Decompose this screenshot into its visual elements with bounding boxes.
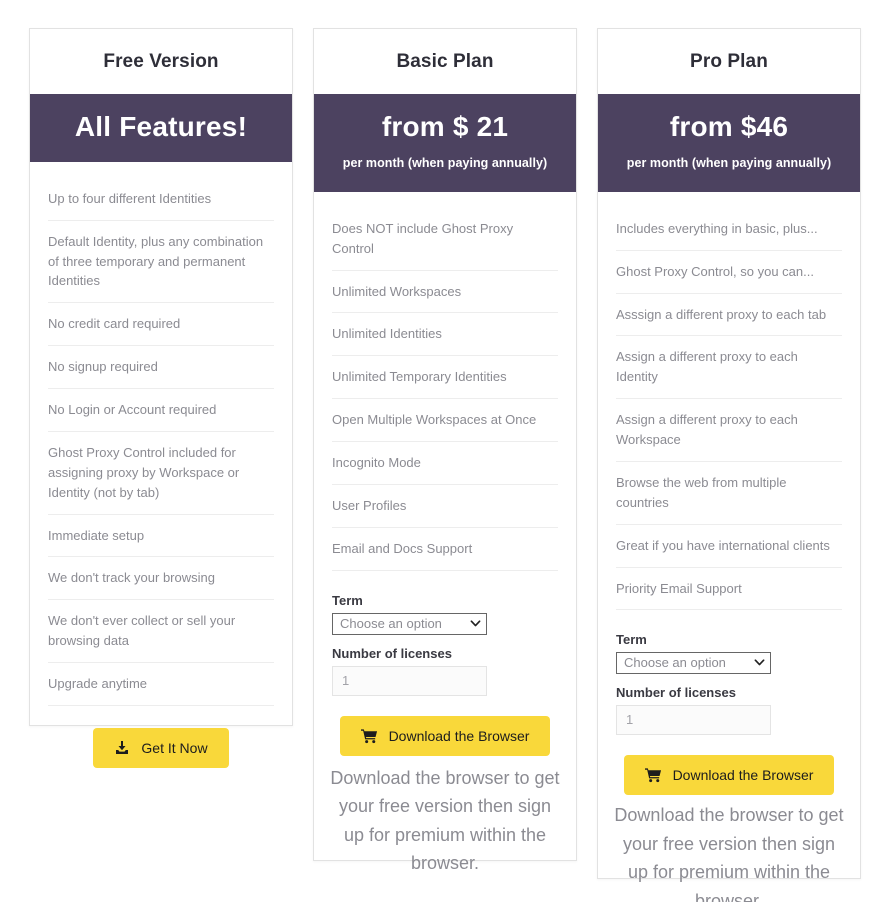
licenses-label-basic: Number of licenses: [332, 645, 452, 661]
licenses-input-basic[interactable]: 1: [332, 665, 487, 696]
price-headline-basic: from $ 21: [381, 111, 509, 142]
licenses-label-pro: Number of licenses: [616, 685, 736, 701]
feature-item: Upgrade anytime: [48, 663, 274, 706]
term-select-value-pro: Choose an option: [616, 652, 771, 675]
pricing-table: Free Version All Features! Up to four di…: [0, 0, 888, 902]
feature-item: Up to four different Identities: [48, 178, 274, 221]
feature-item: Priority Email Support: [616, 568, 842, 611]
feature-item: Asssign a different proxy to each tab: [616, 294, 842, 337]
plan-card-free: Free Version All Features! Up to four di…: [29, 28, 293, 768]
feature-item: Immediate setup: [48, 515, 274, 558]
term-select-pro[interactable]: Choose an option: [616, 652, 771, 675]
download-browser-label-basic: Download the Browser: [388, 727, 530, 744]
download-browser-button-pro[interactable]: Download the Browser: [623, 755, 835, 796]
feature-item: Includes everything in basic, plus...: [616, 208, 842, 251]
feature-item: Ghost Proxy Control included for assigni…: [48, 432, 274, 515]
price-band-pro: from $46 per month (when paying annually…: [598, 94, 860, 192]
feature-item: Unlimited Identities: [332, 313, 558, 357]
download-browser-label-pro: Download the Browser: [672, 767, 814, 784]
price-subtext-basic: per month (when paying annually): [342, 155, 548, 170]
price-headline-free: All Features!: [74, 111, 248, 142]
feature-item: User Profiles: [332, 485, 558, 528]
feature-item: Default Identity, plus any combination o…: [48, 221, 274, 304]
feature-list-pro: Includes everything in basic, plus... Gho…: [598, 192, 860, 617]
download-browser-button-basic[interactable]: Download the Browser: [339, 715, 551, 756]
feature-item: No credit card required: [48, 303, 274, 347]
foot-note-basic: Download the browser to get your free ve…: [330, 767, 560, 873]
feature-item: Incognito Mode: [332, 442, 558, 485]
feature-item: No Login or Account required: [48, 389, 274, 432]
order-form-pro: Term Choose an option Number of licenses…: [598, 616, 860, 736]
plan-card-pro: Pro Plan from $46 per month (when paying…: [597, 28, 861, 902]
get-it-now-label: Get It Now: [141, 739, 208, 756]
feature-list-free: Up to four different Identities Default I…: [30, 162, 292, 712]
cart-icon: [360, 728, 378, 744]
order-form-basic: Term Choose an option Number of licenses…: [314, 577, 576, 696]
feature-item: Great if you have international clients: [616, 525, 842, 568]
cart-icon: [644, 767, 662, 783]
feature-item: Open Multiple Workspaces at Once: [332, 399, 558, 443]
cta-row-basic: Download the Browser: [314, 696, 576, 762]
cta-row-pro: Download the Browser: [598, 735, 860, 799]
cta-row-free: Get It Now: [30, 712, 292, 790]
feature-item: We don't track your browsing: [48, 557, 274, 601]
feature-item: Unlimited Temporary Identities: [332, 356, 558, 400]
feature-list-basic: Does NOT include Ghost Proxy Control Unli…: [314, 192, 576, 577]
plan-card-basic: Basic Plan from $ 21 per month (when pay…: [313, 28, 577, 873]
feature-item: Assign a different proxy to each Workspa…: [616, 399, 842, 462]
feature-item: We don't ever collect or sell your brows…: [48, 600, 274, 664]
feature-item: No signup required: [48, 346, 274, 390]
licenses-input-pro[interactable]: 1: [616, 705, 771, 736]
feature-item: Ghost Proxy Control, so you can...: [616, 251, 842, 294]
price-subtext-pro: per month (when paying annually): [626, 155, 832, 170]
get-it-now-button[interactable]: Get It Now: [93, 727, 229, 768]
term-label-basic: Term: [332, 592, 363, 608]
plan-title-pro: Pro Plan: [690, 51, 768, 72]
download-icon: [114, 740, 130, 756]
price-band-basic: from $ 21 per month (when paying annuall…: [314, 94, 576, 192]
plan-title-basic: Basic Plan: [396, 51, 494, 72]
term-select-value-basic: Choose an option: [332, 612, 487, 635]
foot-note-pro: Download the browser to get your free ve…: [614, 805, 844, 902]
feature-item: Email and Docs Support: [332, 528, 558, 571]
term-label-pro: Term: [616, 632, 647, 648]
term-select-basic[interactable]: Choose an option: [332, 612, 487, 635]
price-headline-pro: from $46: [669, 111, 789, 142]
plan-title-free: Free Version: [103, 51, 219, 72]
price-band-free: All Features!: [30, 94, 292, 162]
feature-item: Unlimited Workspaces: [332, 271, 558, 314]
feature-item: Browse the web from multiple countries: [616, 462, 842, 525]
feature-item: Does NOT include Ghost Proxy Control: [332, 208, 558, 271]
feature-item: Assign a different proxy to each Identit…: [616, 336, 842, 400]
